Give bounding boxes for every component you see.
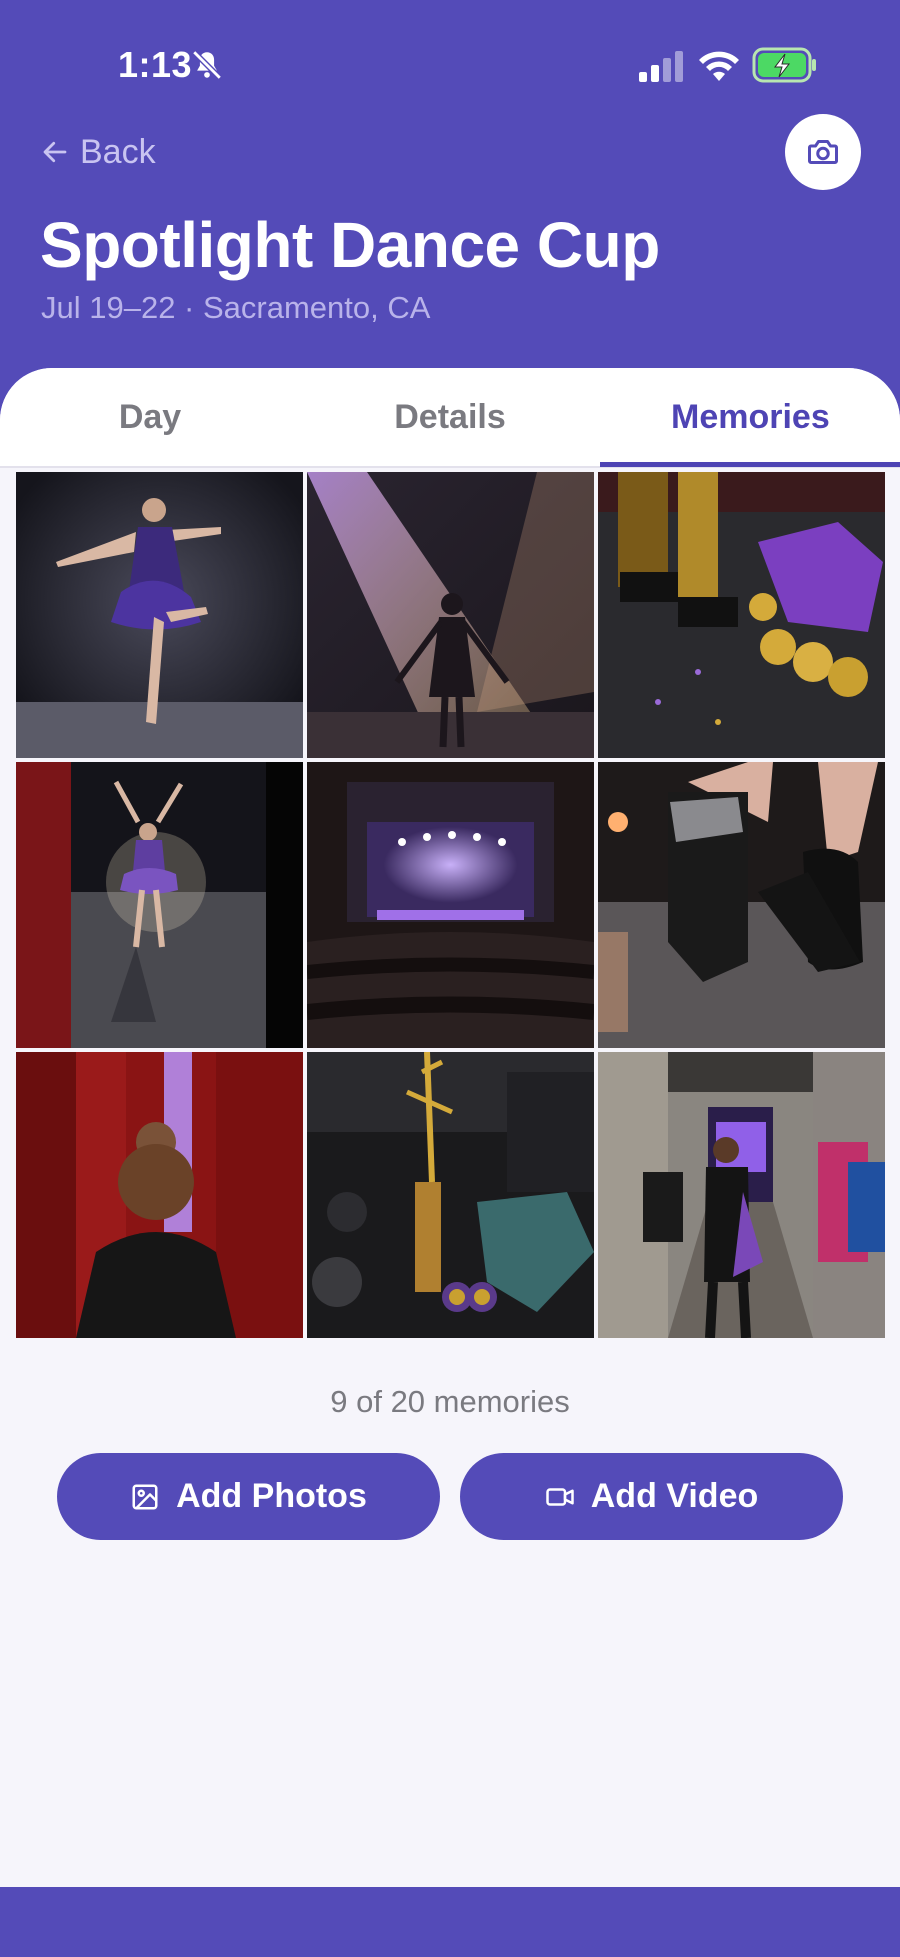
- image-icon: [132, 1484, 158, 1509]
- memory-photo-theater-stage-lights[interactable]: [307, 762, 594, 1048]
- add-photos-label: Add Photos: [176, 1477, 367, 1515]
- header: 1:13 Back Spotlight Dance Cup Jul 19–22 …: [0, 0, 900, 420]
- tab-day[interactable]: Day: [0, 398, 300, 437]
- memories-count: 9 of 20 memories: [330, 1384, 570, 1419]
- add-video-button[interactable]: Add Video: [460, 1453, 843, 1540]
- camera-button[interactable]: [785, 114, 861, 190]
- memory-photo-dancer-arms-raised-stage[interactable]: [16, 762, 303, 1048]
- status-time: 1:13: [118, 44, 193, 85]
- memory-photo-trophy-in-car[interactable]: [307, 1052, 594, 1338]
- tab-selected-indicator: [600, 462, 900, 467]
- back-label: Back: [80, 132, 156, 171]
- memory-photo-dancer-on-stage[interactable]: [16, 472, 303, 758]
- event-subtitle: Jul 19–22 · Sacramento, CA: [41, 290, 431, 325]
- tab-details[interactable]: Details: [300, 398, 600, 437]
- arrow-left-icon: [43, 141, 67, 163]
- signal-icon: [639, 51, 683, 82]
- tab-memories[interactable]: Memories: [600, 398, 836, 437]
- memory-photo-dancer-behind-curtain[interactable]: [16, 1052, 303, 1338]
- wifi-icon: [699, 51, 739, 81]
- tab-bar: Day Details Memories: [0, 368, 900, 468]
- page-title: Spotlight Dance Cup: [40, 209, 660, 281]
- add-photos-button[interactable]: Add Photos: [57, 1453, 440, 1540]
- status-bar: 1:13: [0, 0, 900, 130]
- add-video-label: Add Video: [590, 1477, 759, 1515]
- memory-photo-tap-shoes-closeup[interactable]: [598, 762, 885, 1048]
- bottom-bar: [0, 1887, 900, 1957]
- bell-slash-icon: [192, 50, 222, 80]
- memory-photo-silhouette-in-spotlight[interactable]: [307, 472, 594, 758]
- camera-icon: [808, 140, 838, 164]
- video-camera-icon: [546, 1487, 574, 1506]
- memory-photo-trophies-and-medals[interactable]: [598, 472, 885, 758]
- memories-grid: [16, 472, 885, 1338]
- memory-photo-dancer-backstage-hallway[interactable]: [598, 1052, 885, 1338]
- back-button[interactable]: Back: [40, 130, 156, 174]
- battery-charging-icon: [752, 47, 816, 83]
